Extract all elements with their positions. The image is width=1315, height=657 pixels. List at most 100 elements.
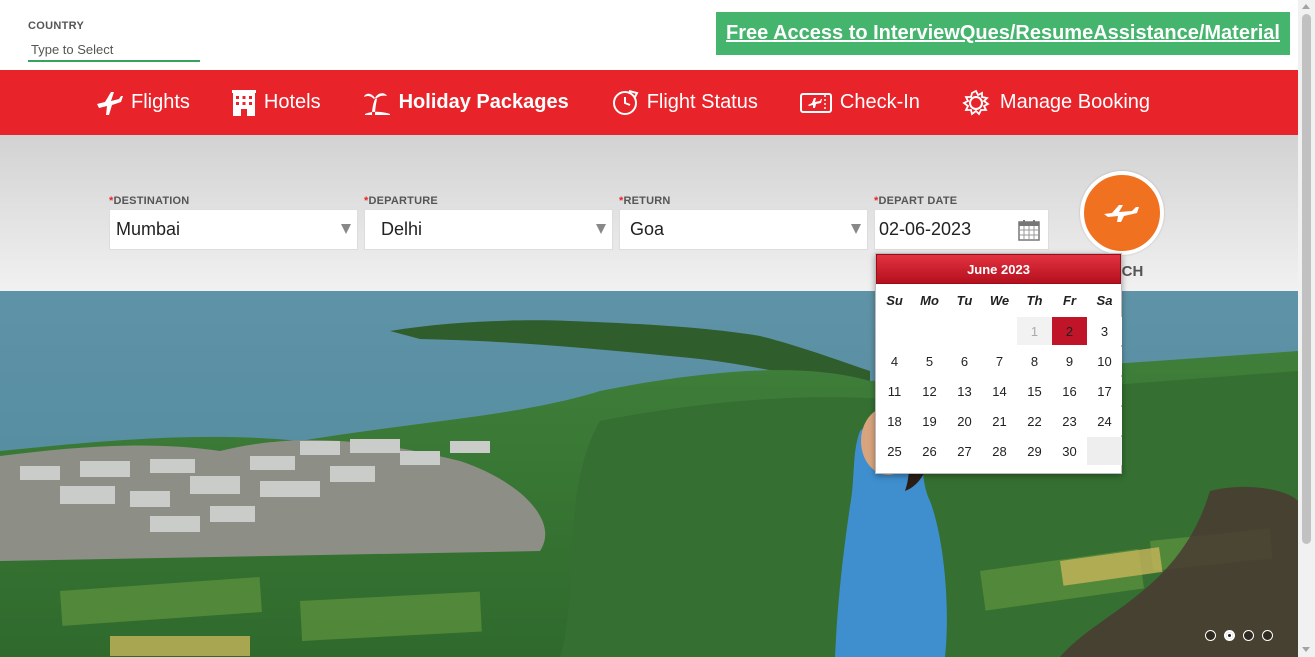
calendar-day[interactable]: 24 — [1087, 407, 1122, 435]
calendar-day[interactable]: 4 — [877, 347, 912, 375]
nav-flight-status[interactable]: Flight Status — [611, 89, 758, 117]
calendar-day[interactable]: 15 — [1017, 377, 1052, 405]
scroll-thumb[interactable] — [1302, 14, 1311, 544]
dow-we: We — [989, 293, 1010, 308]
calendar-day[interactable]: 21 — [982, 407, 1017, 435]
calendar-month-title: June 2023 — [876, 254, 1121, 284]
calendar-day[interactable]: 27 — [947, 437, 982, 465]
destination-field: *DESTINATION Mumbai — [109, 195, 358, 250]
carousel-dot[interactable] — [1243, 630, 1254, 641]
calendar-empty-cell — [912, 317, 947, 345]
carousel-dot[interactable] — [1262, 630, 1273, 641]
page-scrollbar[interactable] — [1298, 0, 1315, 657]
main-nav: Flights Hotels Holiday Packages Flight S… — [0, 70, 1298, 135]
departure-field: *DEPARTURE Delhi — [364, 195, 613, 250]
country-selector: COUNTRY — [28, 20, 200, 62]
dow-mo: Mo — [920, 293, 939, 308]
dow-fr: Fr — [1063, 293, 1076, 308]
calendar-day[interactable]: 28 — [982, 437, 1017, 465]
promo-link[interactable]: Free Access to InterviewQues/ResumeAssis… — [726, 22, 1280, 45]
calendar-day[interactable]: 10 — [1087, 347, 1122, 375]
ticket-icon — [799, 92, 832, 113]
nav-flights-label: Flights — [131, 91, 190, 113]
airplane-icon — [97, 91, 123, 115]
calendar-day[interactable]: 17 — [1087, 377, 1122, 405]
chevron-down-icon — [596, 224, 606, 234]
nav-manage-booking-label: Manage Booking — [999, 91, 1151, 113]
calendar-day[interactable]: 26 — [912, 437, 947, 465]
depart-date-label: DEPART DATE — [878, 195, 958, 207]
destination-value: Mumbai — [116, 219, 181, 239]
scroll-down-arrow-icon[interactable] — [1302, 647, 1310, 652]
carousel-dot[interactable] — [1205, 630, 1216, 641]
chevron-down-icon — [851, 224, 861, 234]
return-label: RETURN — [623, 195, 671, 207]
calendar-day[interactable]: 16 — [1052, 377, 1087, 405]
calendar-day[interactable]: 23 — [1052, 407, 1087, 435]
return-value: Goa — [630, 219, 665, 239]
calendar-dow-row: Su Mo Tu We Th Fr Sa — [876, 284, 1121, 317]
calendar-day[interactable]: 3 — [1087, 317, 1122, 345]
calendar-day[interactable]: 9 — [1052, 347, 1087, 375]
calendar-day[interactable]: 7 — [982, 347, 1017, 375]
calendar-icon[interactable] — [1018, 219, 1040, 241]
calendar-day[interactable]: 8 — [1017, 347, 1052, 375]
calendar-day[interactable]: 2 — [1052, 317, 1087, 345]
destination-label: DESTINATION — [113, 195, 190, 207]
destination-select[interactable]: Mumbai — [109, 209, 358, 250]
nav-holiday-packages[interactable]: Holiday Packages — [363, 90, 569, 116]
gear-icon — [962, 89, 990, 116]
nav-check-in-label: Check-In — [839, 91, 920, 113]
calendar-empty-cell — [1087, 437, 1122, 465]
depart-date-value: 02-06-2023 — [879, 219, 972, 239]
calendar-empty-cell — [982, 317, 1017, 345]
return-field: *RETURN Goa — [619, 195, 868, 250]
calendar-day[interactable]: 6 — [947, 347, 982, 375]
departure-label: DEPARTURE — [368, 195, 438, 207]
flight-clock-icon — [612, 89, 639, 115]
depart-date-input[interactable]: 02-06-2023 — [874, 209, 1049, 250]
nav-flights[interactable]: Flights — [95, 90, 190, 116]
calendar-days: 1 2 3 4 5 6 7 8 9 10 11 12 13 14 15 16 17 18 19 20 21 22 23 24 2… — [876, 317, 1122, 467]
calendar-empty-cell — [877, 317, 912, 345]
country-input[interactable] — [28, 38, 200, 62]
calendar-day[interactable]: 25 — [877, 437, 912, 465]
departure-value: Delhi — [381, 219, 423, 239]
nav-check-in[interactable]: Check-In — [799, 91, 920, 115]
departure-select[interactable]: Delhi — [364, 209, 613, 250]
calendar-day[interactable]: 29 — [1017, 437, 1052, 465]
calendar-day[interactable]: 5 — [912, 347, 947, 375]
calendar-day[interactable]: 30 — [1052, 437, 1087, 465]
dow-th: Th — [1026, 293, 1043, 308]
nav-hotels[interactable]: Hotels — [231, 89, 321, 117]
calendar-day[interactable]: 13 — [947, 377, 982, 405]
chevron-down-icon — [341, 224, 351, 234]
carousel-dot-active[interactable] — [1224, 630, 1235, 641]
return-select[interactable]: Goa — [619, 209, 868, 250]
depart-date-field: *DEPART DATE 02-06-2023 — [874, 195, 1049, 250]
calendar-day[interactable]: 22 — [1017, 407, 1052, 435]
calendar-day[interactable]: 14 — [982, 377, 1017, 405]
nav-manage-booking[interactable]: Manage Booking — [962, 89, 1150, 117]
promo-banner[interactable]: Free Access to InterviewQues/ResumeAssis… — [716, 12, 1290, 55]
hotel-building-icon — [231, 89, 256, 116]
nav-hotels-label: Hotels — [263, 91, 321, 113]
dow-sa: Sa — [1096, 293, 1113, 308]
nav-holiday-label: Holiday Packages — [398, 91, 569, 113]
search-button[interactable] — [1080, 171, 1164, 255]
calendar-day[interactable]: 20 — [947, 407, 982, 435]
carousel-dots — [1205, 630, 1273, 641]
palm-tree-icon — [363, 92, 390, 115]
country-label: COUNTRY — [28, 20, 85, 32]
calendar-day[interactable]: 19 — [912, 407, 947, 435]
calendar-day: 1 — [1017, 317, 1052, 345]
nav-flight-status-label: Flight Status — [646, 91, 758, 113]
calendar-day[interactable]: 11 — [877, 377, 912, 405]
calendar-day[interactable]: 18 — [877, 407, 912, 435]
scroll-up-arrow-icon[interactable] — [1302, 4, 1310, 9]
dow-su: Su — [886, 293, 903, 308]
calendar-day[interactable]: 12 — [912, 377, 947, 405]
airplane-icon — [1104, 205, 1139, 222]
calendar-empty-cell — [947, 317, 982, 345]
dow-tu: Tu — [956, 293, 973, 308]
